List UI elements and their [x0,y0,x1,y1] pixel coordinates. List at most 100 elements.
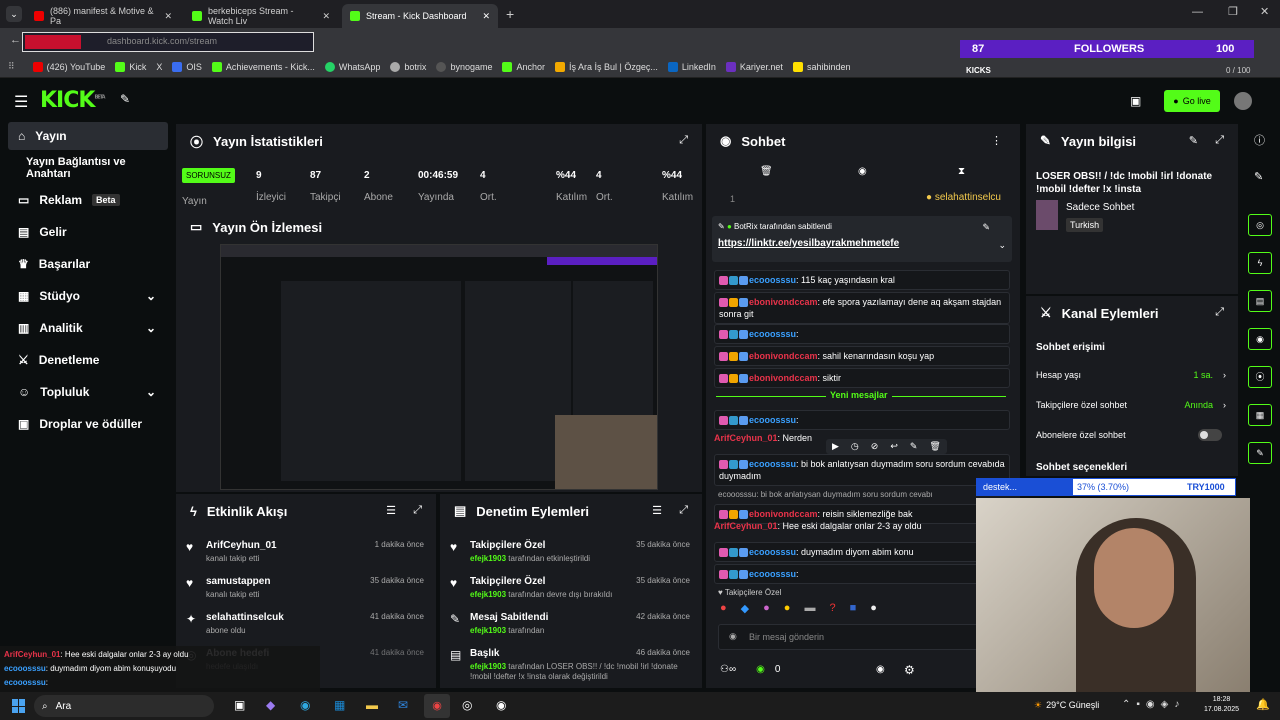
bookmark-bynogame[interactable]: bynogame [436,61,492,72]
chat-message[interactable]: ecooosssu: [714,564,1010,584]
emote-icon[interactable]: ■ [850,602,857,615]
avatar[interactable] [1234,92,1252,110]
maximize-button[interactable]: ❐ [1228,5,1238,18]
edit-icon[interactable]: ✎ [1189,134,1198,147]
chat-input[interactable]: ◉ Bir mesaj gönderin [718,624,1008,650]
pinned-link[interactable]: https://linktr.ee/yesilbayrakmehmetefe [718,238,899,249]
copilot-icon[interactable]: ◆ [266,698,275,712]
bookmark-linkedin[interactable]: LinkedIn [667,61,716,72]
mail-icon[interactable]: ✉ [398,698,408,712]
expand-icon[interactable]: ⤢ [679,134,688,147]
rail-icon[interactable]: ✎ [1248,442,1272,464]
sidebar-item-topluluk[interactable]: ☺ Topluluk ⌄ [8,378,168,406]
rail-icon[interactable]: ϟ [1248,252,1272,274]
sidebar-item-droplar[interactable]: ▣ Droplar ve ödüller [8,410,168,438]
pencil-icon[interactable]: ✎ [1254,170,1263,183]
sidebar-item-denetleme[interactable]: ⚔ Denetleme [8,346,168,374]
chat-username[interactable]: ebonivondccam [749,509,818,519]
chat-message[interactable]: ecooosssu: [714,324,1010,344]
chrome-icon[interactable]: ◉ [424,694,450,718]
sidebar-item-studyo[interactable]: ▦ Stüdyo ⌄ [8,282,168,310]
tab-youtube[interactable]: (886) manifest & Motive & Pa ✕ [26,4,180,28]
tab-dashboard[interactable]: Stream - Kick Dashboard ✕ [342,4,498,28]
store-icon[interactable]: ▦ [334,698,345,712]
kick-logo[interactable]: KICKBETA [40,88,106,113]
new-tab-button[interactable]: + [506,6,514,22]
bookmark-anchor[interactable]: Anchor [502,61,545,72]
chevron-down-icon[interactable]: ⌄ [998,240,1006,251]
files-icon[interactable]: ▬ [366,698,378,712]
chat-message[interactable]: ecooosssu: bi bok anlatıysan duymadım so… [714,454,1010,486]
go-live-button[interactable]: ● Go live [1164,90,1220,112]
chat-message[interactable]: ArifCeyhun_01: Hee eski dalgalar onlar 2… [714,520,1010,532]
tab-list-icon[interactable]: ⌄ [6,6,22,22]
emote-icon[interactable]: ▬ [804,602,815,615]
app-icon[interactable]: ◉ [496,698,506,712]
chat-username[interactable]: ecooosssu [749,415,796,425]
chat-username[interactable]: ecooosssu [749,569,796,579]
rail-icon[interactable]: ◎ [1248,214,1272,236]
rail-icon[interactable]: ◉ [1248,328,1272,350]
chat-message[interactable]: ebonivondccam: siktir [714,368,1010,388]
task-view-icon[interactable]: ▣ [234,698,245,712]
sidebar-item-basarilar[interactable]: ♛ Başarılar [8,250,168,278]
trash-icon[interactable]: 🗑 [760,166,773,177]
bookmark-kariyer[interactable]: Kariyer.net [725,61,783,72]
sidebar-item-yayin-baglantisi[interactable]: Yayın Bağlantısı ve Anahtarı [8,154,168,182]
clock[interactable]: 18:28 17.08.2025 [1204,695,1239,715]
rail-icon[interactable]: ⦿ [1248,366,1272,388]
chat-bubble-icon[interactable]: ◉ [876,664,885,675]
emote-icon[interactable]: ● [763,602,770,615]
chat-message[interactable]: ecooosssu: duymadım diyom abim konu [714,542,1010,562]
pin-icon[interactable]: ✎ [120,92,130,106]
bookmark-sahibinden[interactable]: sahibinden [792,61,850,72]
bookmark-is-ara[interactable]: İş Ara İş Bul | Özgeç... [555,61,658,72]
apps-icon[interactable]: ⠿ [8,61,15,72]
rail-icon[interactable]: ▦ [1248,404,1272,426]
gear-icon[interactable]: ⚙ [904,663,915,677]
bookmark-ois[interactable]: OIS [172,61,202,72]
sidebar-item-reklam[interactable]: ▭ Reklam Beta [8,186,168,214]
creator-icon[interactable]: ▣ [1130,94,1141,108]
emote-icon[interactable]: ● [720,602,727,615]
sidebar-item-yayin[interactable]: ⌂ Yayın [8,122,168,150]
info-icon[interactable]: ⓘ [1254,132,1265,148]
hourglass-icon[interactable]: ⧗ [958,166,965,177]
chat-message[interactable]: ecooosssu: [714,410,1010,430]
filter-icon[interactable]: ☰ [652,504,662,517]
stream-preview-video[interactable] [220,244,658,490]
minimize-button[interactable]: — [1192,6,1203,18]
menu-icon[interactable]: ☰ [14,92,28,112]
users-icon[interactable]: ⚇∞ [720,664,736,675]
bookmark-whatsapp[interactable]: WhatsApp [324,61,380,72]
chat-username[interactable]: ecooosssu [749,547,796,557]
followers-only-row[interactable]: Takipçilere özel sohbet Anında › [1036,400,1226,410]
bookmark-achievements[interactable]: Achievements - Kick... [211,61,315,72]
chat-username[interactable]: ArifCeyhun_01 [714,433,778,443]
unpin-icon[interactable]: ✎ [982,222,990,233]
close-icon[interactable]: ✕ [164,11,172,22]
edge-icon[interactable]: ◉ [300,698,310,712]
weather-widget[interactable]: ☀ 29°C Güneşli [1034,700,1099,711]
rail-icon[interactable]: ▤ [1248,290,1272,312]
chat-message[interactable]: ecooosssu: 115 kaç yaşındasın kral [714,270,1010,290]
close-icon[interactable]: ✕ [482,11,490,22]
sidebar-item-gelir[interactable]: ▤ Gelir [8,218,168,246]
url-field[interactable]: dashboard.kick.com/stream [22,32,314,52]
chat-message[interactable]: ebonivondccam: sahil kenarındasın koşu y… [714,346,1010,366]
chat-username[interactable]: ecooosssu [749,275,796,285]
account-age-row[interactable]: Hesap yaşı 1 sa. › [1036,370,1226,380]
chat-username[interactable]: ebonivondccam [749,351,818,361]
chat-message[interactable]: ArifCeyhun_01: Nerden [714,432,1010,444]
more-icon[interactable]: ⋮ [991,134,1002,147]
expand-icon[interactable]: ⤢ [413,504,422,517]
close-icon[interactable]: ✕ [322,11,330,22]
bookmark-youtube[interactable]: (426) YouTube [32,61,105,72]
tray-icons[interactable]: ⌃▪◉◈♪ [1122,699,1185,710]
tab-berkebiceps[interactable]: berkebiceps Stream - Watch Liv ✕ [184,4,338,28]
chat-username[interactable]: ebonivondccam [749,297,818,307]
filter-icon[interactable]: ☰ [386,504,396,517]
emote-icon[interactable]: ● [784,602,791,615]
close-window-button[interactable]: ✕ [1260,5,1269,18]
notification-icon[interactable]: 🔔 [1256,698,1270,711]
